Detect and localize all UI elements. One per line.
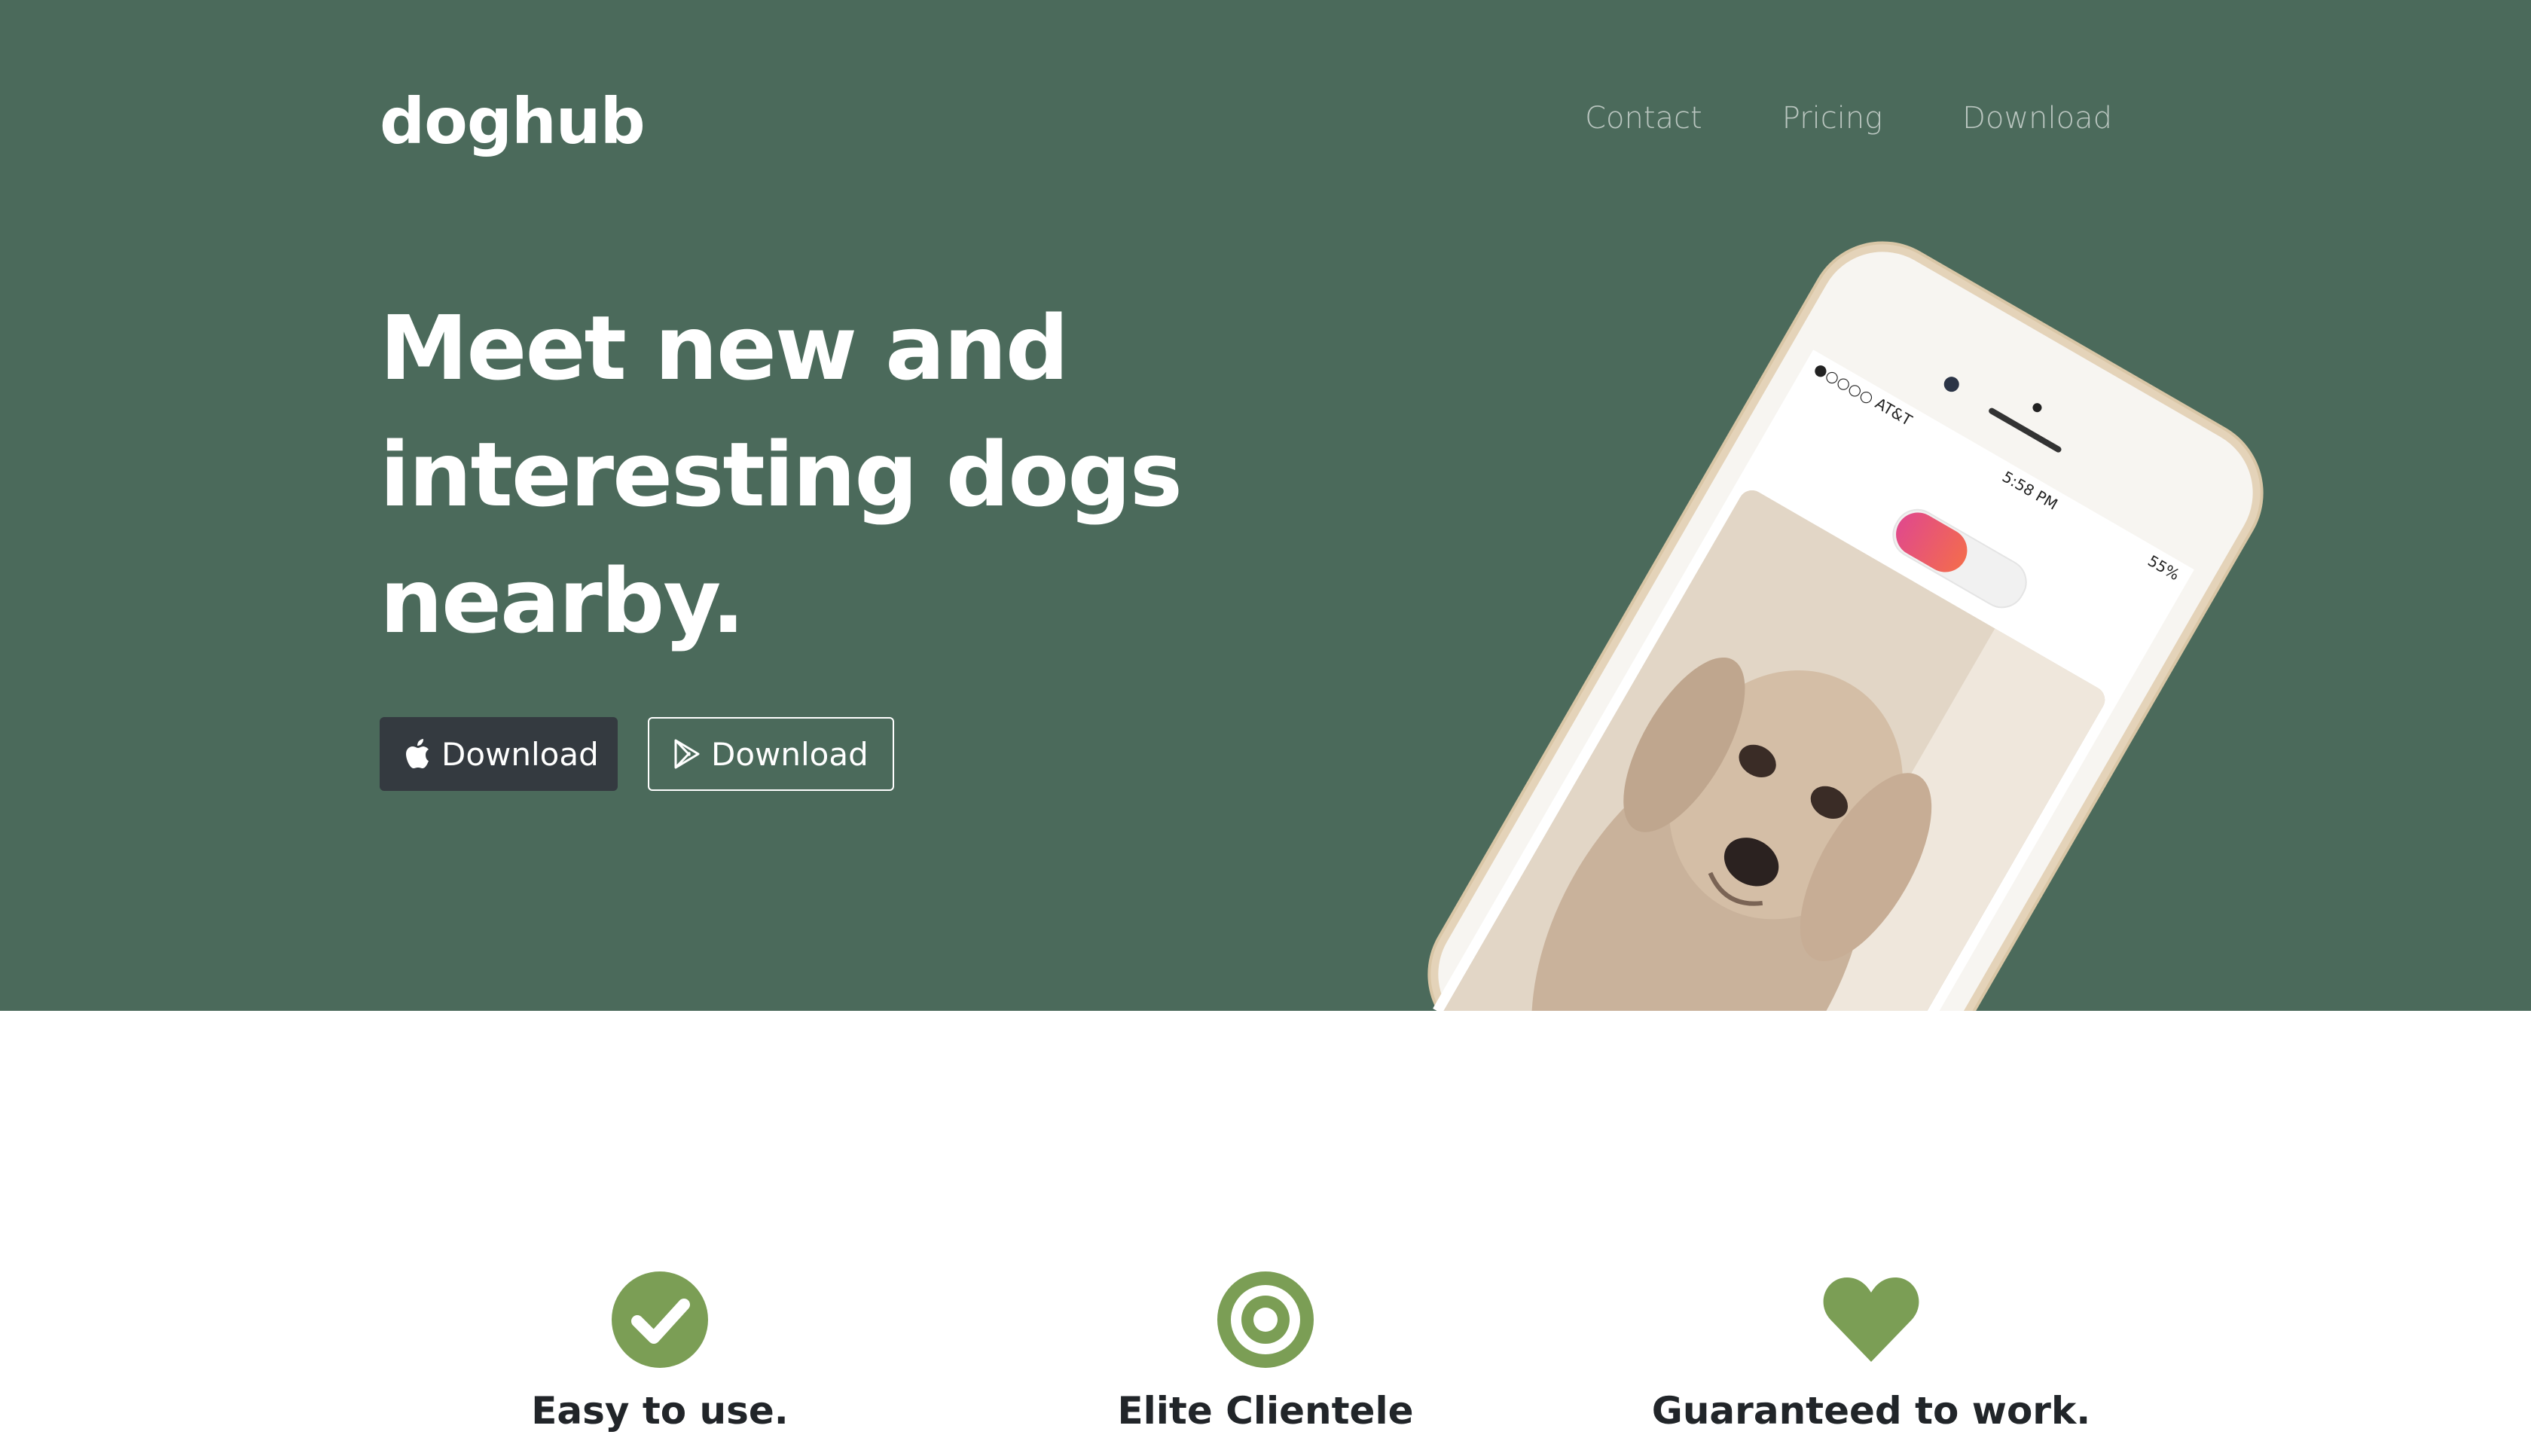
flame-icon bbox=[1888, 504, 1976, 581]
phone-sensor bbox=[2031, 401, 2044, 414]
play-store-download-label: Download bbox=[711, 735, 869, 773]
play-store-download-button[interactable]: Download bbox=[648, 717, 894, 791]
feature-guaranteed: Guaranteed to work. bbox=[1570, 1270, 2172, 1433]
phone-screen: ●○○○○ AT&T 5:58 PM 55% bbox=[1433, 350, 2194, 1011]
features-section: Easy to use. Elite Clientele Guaranteed … bbox=[0, 1011, 2531, 1456]
apple-icon bbox=[405, 739, 431, 769]
hero-section: doghub Contact Pricing Download Meet new… bbox=[0, 0, 2531, 1011]
logo[interactable]: doghub bbox=[380, 84, 646, 158]
phone-carrier: ●○○○○ AT&T bbox=[1811, 359, 1916, 430]
phone-battery: 55% bbox=[2145, 551, 2183, 585]
feature-title: Elite Clientele bbox=[1117, 1389, 1414, 1433]
feature-elite-clientele: Elite Clientele bbox=[964, 1270, 1567, 1433]
top-nav: Contact Pricing Download bbox=[1585, 101, 2112, 136]
headline-line-1: Meet new and bbox=[380, 296, 1069, 400]
phone-frame: ●○○○○ AT&T 5:58 PM 55% bbox=[1404, 218, 2287, 1011]
phone-speaker bbox=[1987, 407, 2062, 454]
feature-easy-to-use: Easy to use. bbox=[359, 1270, 961, 1433]
target-icon bbox=[1216, 1270, 1315, 1369]
feature-title: Easy to use. bbox=[531, 1389, 789, 1433]
app-store-download-label: Download bbox=[441, 735, 599, 773]
phone-camera bbox=[1941, 374, 1962, 395]
feature-title: Guaranteed to work. bbox=[1651, 1389, 2091, 1433]
phone-mockup: ●○○○○ AT&T 5:58 PM 55% bbox=[1404, 218, 2287, 1011]
nav-download-link[interactable]: Download bbox=[1962, 101, 2112, 136]
nav-pricing-link[interactable]: Pricing bbox=[1782, 101, 1882, 136]
hero-headline: Meet new and interesting dogs nearby. bbox=[380, 285, 1284, 664]
heart-icon bbox=[1821, 1270, 1921, 1369]
phone-time: 5:58 PM bbox=[1998, 467, 2061, 514]
headline-line-3: nearby. bbox=[380, 549, 745, 653]
nav-contact-link[interactable]: Contact bbox=[1585, 101, 1702, 136]
headline-line-2: interesting dogs bbox=[380, 423, 1183, 527]
check-circle-icon bbox=[610, 1270, 710, 1369]
google-play-icon bbox=[673, 739, 701, 769]
app-store-download-button[interactable]: Download bbox=[380, 717, 618, 791]
